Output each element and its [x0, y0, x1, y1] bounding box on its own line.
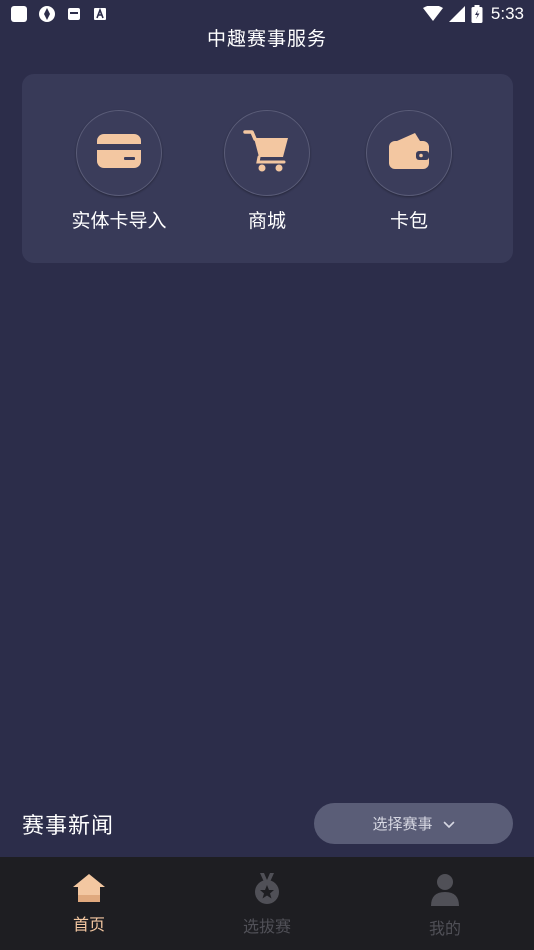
- user-icon: [430, 873, 460, 911]
- aperture-icon: [38, 5, 56, 23]
- mail-icon: [66, 6, 82, 22]
- entry-card-import-label: 实体卡导入: [71, 210, 167, 232]
- card-icon: [96, 133, 142, 173]
- font-a-icon: [92, 6, 108, 22]
- select-event-button[interactable]: 选择赛事: [314, 803, 513, 844]
- app-square-icon: [10, 5, 28, 23]
- signal-icon: [448, 6, 465, 22]
- bottom-tab-bar: 首页 选拔赛 我的: [0, 857, 534, 950]
- home-icon: [72, 873, 106, 907]
- battery-icon: [471, 5, 483, 23]
- entry-wallet[interactable]: 卡包: [339, 110, 479, 233]
- cart-icon: [243, 129, 291, 177]
- wifi-icon: [422, 6, 443, 22]
- status-left: [10, 5, 108, 23]
- entry-card-import-circle[interactable]: [76, 110, 162, 196]
- page-title: 中趣赛事服务: [206, 28, 327, 50]
- tab-selection[interactable]: 选拔赛: [178, 857, 356, 950]
- entry-mall-label: 商城: [247, 210, 286, 232]
- news-section-title: 赛事新闻: [22, 814, 115, 839]
- entry-card-import[interactable]: 实体卡导入: [49, 110, 189, 233]
- medal-icon: [252, 873, 282, 909]
- entry-mall-circle[interactable]: [224, 110, 310, 196]
- status-right: 5:33: [422, 4, 524, 24]
- entry-mall[interactable]: 商城: [197, 110, 337, 233]
- tab-selection-label: 选拔赛: [242, 917, 291, 936]
- quick-entry-card: 实体卡导入 商城 卡包: [22, 74, 513, 263]
- select-event-label: 选择赛事: [372, 815, 433, 833]
- tab-home[interactable]: 首页: [0, 857, 178, 950]
- entry-wallet-label: 卡包: [389, 210, 428, 232]
- tab-home-label: 首页: [72, 915, 105, 934]
- entry-wallet-circle[interactable]: [366, 110, 452, 196]
- tab-mine-label: 我的: [428, 919, 461, 938]
- wallet-icon: [387, 131, 431, 175]
- tab-mine[interactable]: 我的: [356, 857, 534, 950]
- status-time: 5:33: [490, 4, 524, 23]
- chevron-down-icon: [443, 815, 455, 833]
